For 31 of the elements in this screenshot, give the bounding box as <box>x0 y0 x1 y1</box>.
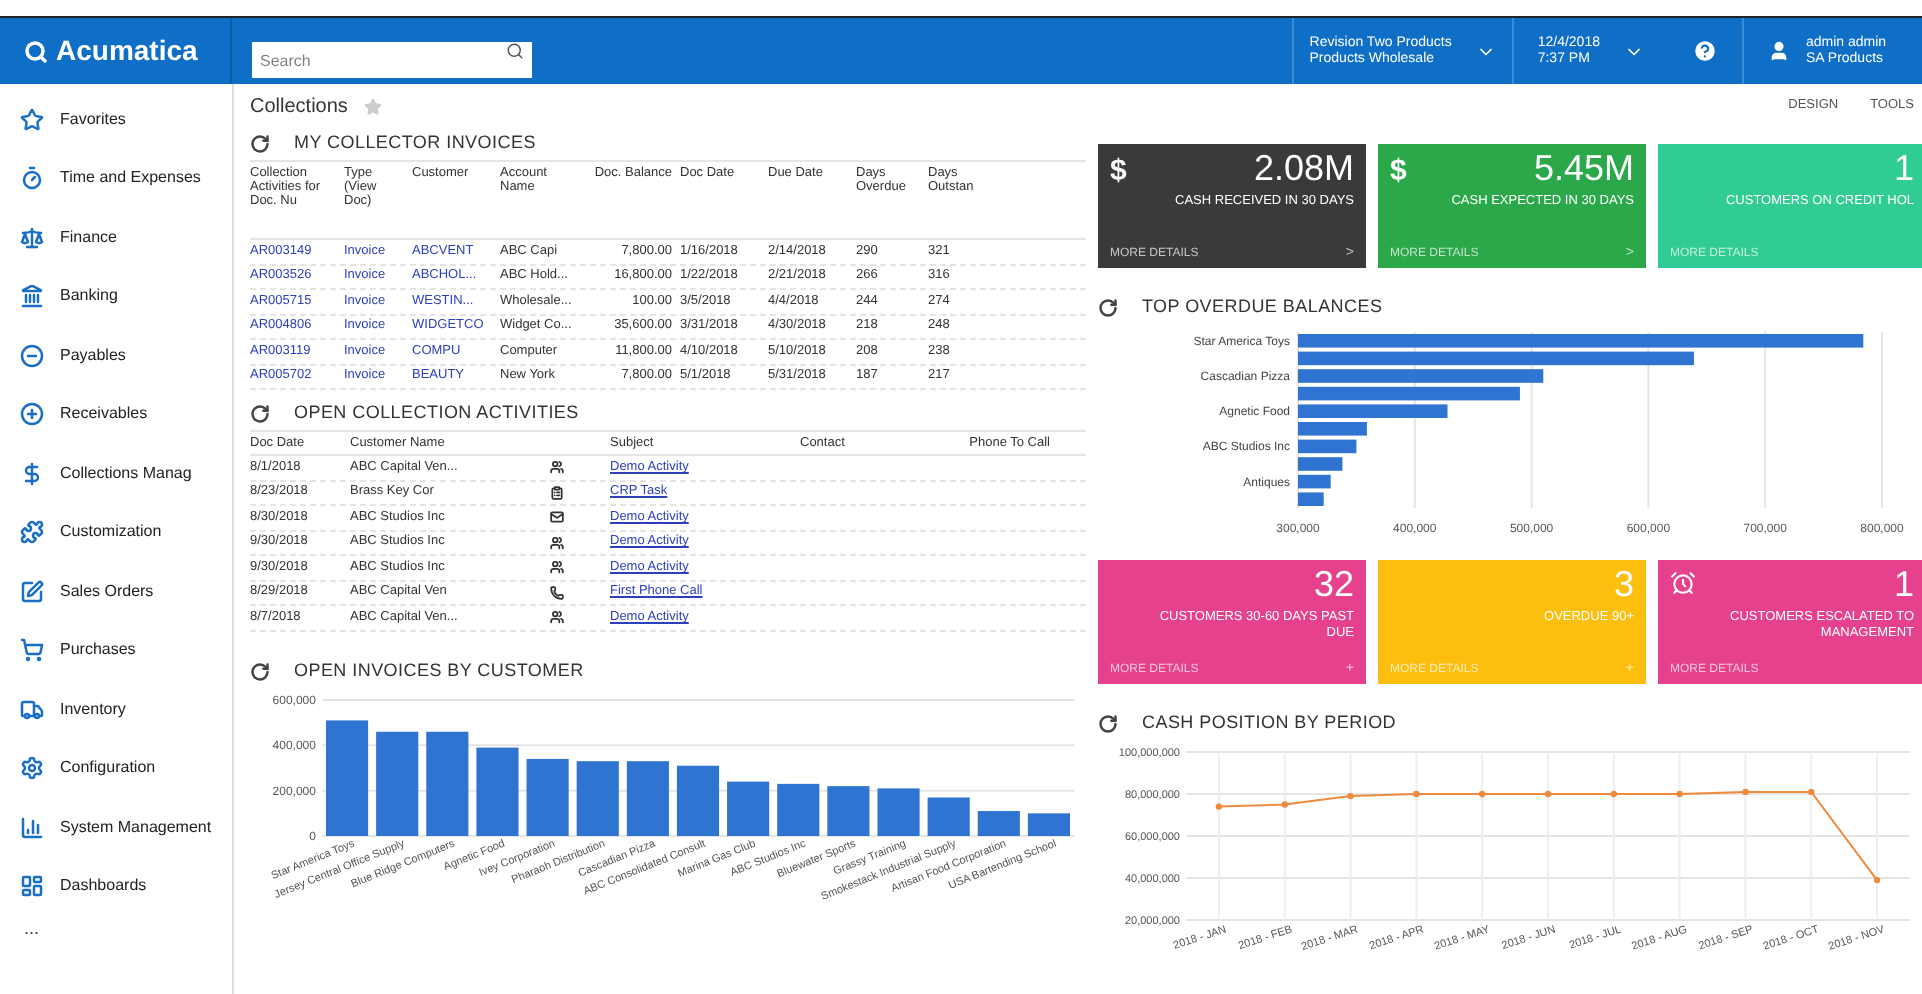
section-title: MY COLLECTOR INVOICES <box>294 130 536 157</box>
sidebar-item[interactable]: Receivables <box>0 385 232 444</box>
tile-value: 5.45M <box>1533 150 1634 186</box>
logo[interactable]: Acumatica <box>56 30 198 72</box>
sidebar-item[interactable]: Payables <box>0 326 232 385</box>
tile-value: 3 <box>1613 566 1634 602</box>
sidebar-item[interactable]: Dashboards <box>0 857 232 916</box>
tile-value: 32 <box>1313 566 1354 602</box>
sidebar-item[interactable]: Favorites <box>0 90 232 149</box>
currency-symbol: $ <box>1110 156 1127 186</box>
section-title: OPEN COLLECTION ACTIVITIES <box>294 400 579 427</box>
section-title: CASH POSITION BY PERIOD <box>1142 710 1397 737</box>
sidebar-item[interactable]: Inventory <box>0 680 232 739</box>
page-title: Collections <box>250 93 348 121</box>
search-field[interactable]: Search <box>252 42 532 78</box>
sidebar-item[interactable]: Sales Orders <box>0 562 232 621</box>
sidebar-item[interactable]: Customization <box>0 503 232 562</box>
sidebar-item[interactable]: System Management <box>0 798 232 857</box>
tile-value: 1 <box>1893 150 1914 186</box>
sidebar-item[interactable]: Finance <box>0 208 232 267</box>
tile-value: 2.08M <box>1253 150 1354 186</box>
tile-value: 1 <box>1893 566 1914 602</box>
sidebar-item[interactable]: Time and Expenses <box>0 149 232 208</box>
sidebar-item[interactable]: Banking <box>0 267 232 326</box>
currency-symbol: $ <box>1390 156 1407 186</box>
section-title: OPEN INVOICES BY CUSTOMER <box>294 657 584 684</box>
sidebar-item[interactable]: Purchases <box>0 621 232 680</box>
sidebar-item[interactable]: Collections Manag <box>0 444 232 503</box>
more-items[interactable]: ... <box>0 916 232 943</box>
sidebar-item[interactable]: Configuration <box>0 739 232 798</box>
section-title: TOP OVERDUE BALANCES <box>1142 294 1383 321</box>
